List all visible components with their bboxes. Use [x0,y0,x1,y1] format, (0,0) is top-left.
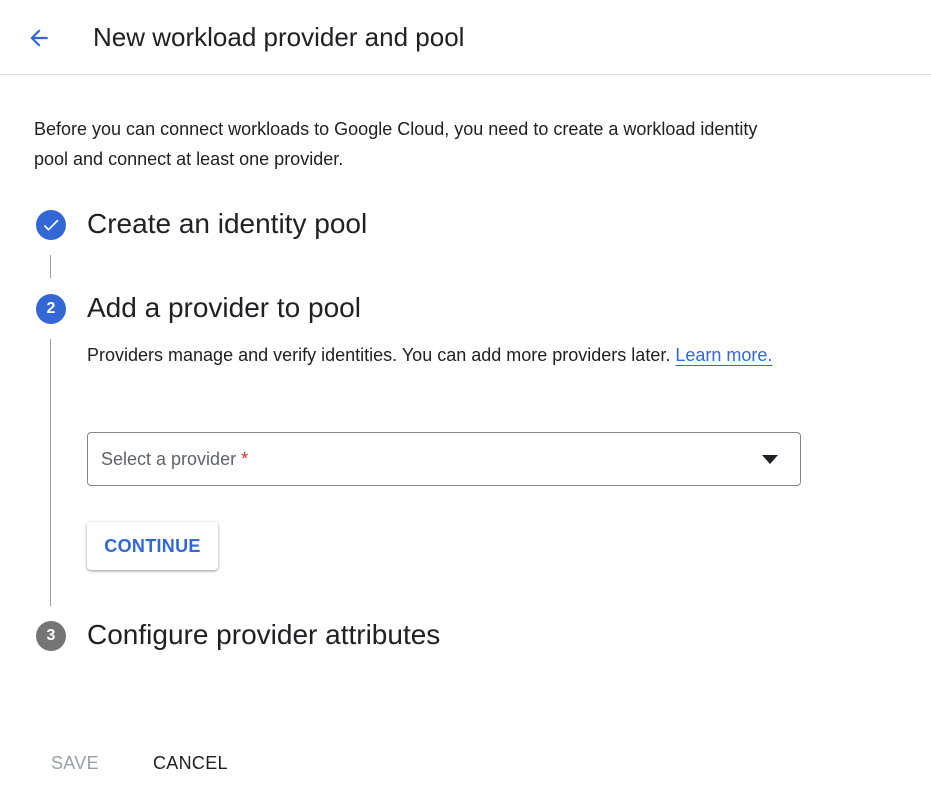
intro-text: Before you can connect workloads to Goog… [34,119,758,169]
step-connector [50,339,51,606]
page-header: New workload provider and pool [0,0,931,75]
step-3-number-badge: 3 [36,621,66,651]
provider-select-placeholder-text: Select a provider [101,449,237,469]
step-1-check-icon [36,210,66,240]
step-1-title[interactable]: Create an identity pool [87,207,367,241]
step-2-title: Add a provider to pool [87,292,361,323]
learn-more-link[interactable]: Learn more. [675,345,772,365]
dropdown-arrow-icon [762,455,778,464]
provider-select-placeholder: Select a provider * [101,448,248,470]
step-2-number-badge: 2 [36,294,66,324]
step-2-description: Providers manage and verify identities. … [87,340,787,370]
step-3-title: Configure provider attributes [87,619,441,650]
continue-button[interactable]: CONTINUE [87,522,218,570]
check-icon [43,219,59,231]
provider-select[interactable]: Select a provider * [87,432,801,486]
save-button[interactable]: SAVE [51,748,99,778]
step-connector [50,255,51,278]
cancel-button[interactable]: CANCEL [153,748,228,778]
back-button[interactable] [20,20,58,56]
step-2-description-text: Providers manage and verify identities. … [87,345,671,365]
page-title: New workload provider and pool [93,22,465,52]
required-mark: * [241,449,249,469]
page: New workload provider and pool Before yo… [0,0,931,792]
arrow-left-icon [30,29,48,47]
